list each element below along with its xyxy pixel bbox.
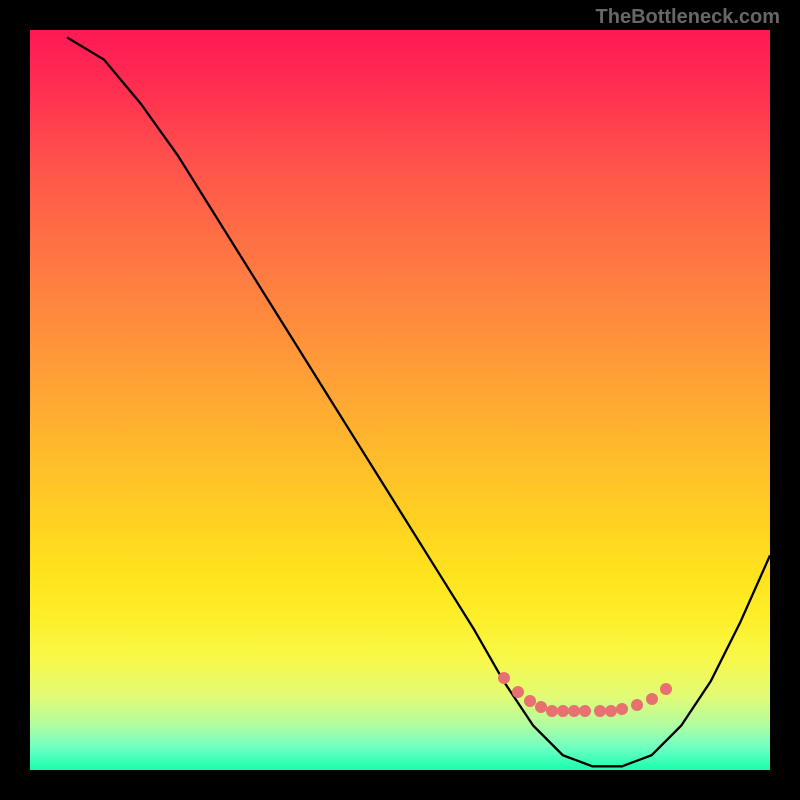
- marker-dot: [605, 705, 617, 717]
- marker-dot: [524, 695, 536, 707]
- marker-dot: [646, 693, 658, 705]
- marker-dot: [660, 683, 672, 695]
- marker-dot: [498, 672, 510, 684]
- marker-dot: [631, 699, 643, 711]
- marker-dot: [579, 705, 591, 717]
- chart-curve: [30, 30, 770, 770]
- marker-dot: [535, 701, 547, 713]
- marker-dot: [546, 705, 558, 717]
- plot-area: [30, 30, 770, 770]
- marker-dot: [594, 705, 606, 717]
- marker-dot: [557, 705, 569, 717]
- watermark-text: TheBottleneck.com: [596, 6, 780, 29]
